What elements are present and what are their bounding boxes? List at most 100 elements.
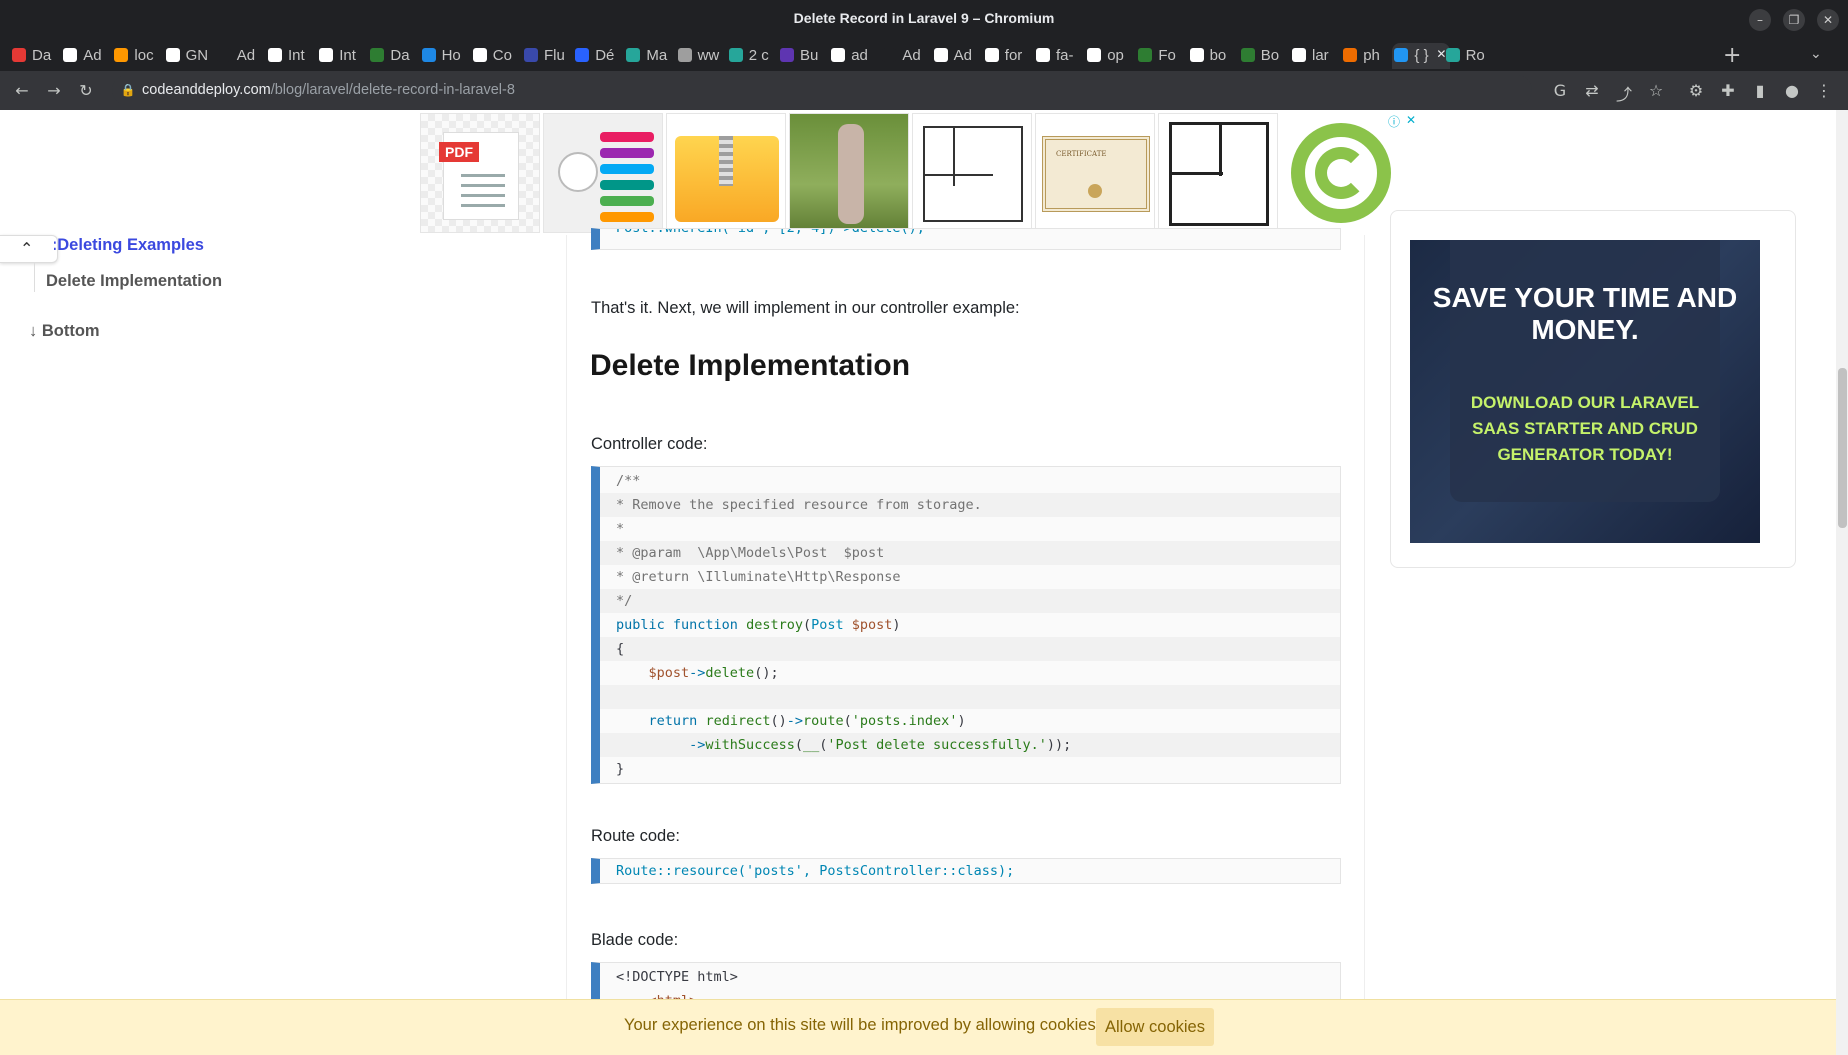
browser-tab[interactable]: Ma	[624, 43, 682, 69]
browser-tab[interactable]: ph	[1341, 43, 1399, 69]
code-line: }	[616, 761, 625, 777]
browser-tab[interactable]: fa-	[1034, 43, 1092, 69]
sidepanel-icon[interactable]: ▮	[1750, 81, 1770, 100]
scrollbar-thumb[interactable]	[1838, 368, 1847, 528]
tab-label: lar	[1312, 47, 1329, 64]
ad-info-icon[interactable]: ⓘ	[1388, 113, 1400, 130]
ad-thumb-spiral-logo[interactable]	[1281, 113, 1401, 233]
browser-tab[interactable]: Co	[471, 43, 529, 69]
chevron-up-icon: ⌃	[20, 239, 34, 258]
code-block-wherein: Post::whereIn('id', [2, 4])->delete();	[591, 228, 1341, 250]
ad-thumb-infographic[interactable]	[543, 113, 663, 233]
toc-link-deleting-examples[interactable]: Deleting Examples:	[54, 236, 204, 255]
tab-label: { }	[1414, 47, 1429, 64]
bookmark-star-icon[interactable]: ☆	[1646, 81, 1666, 100]
ad-thumb-certificate[interactable]: CERTIFICATE	[1035, 113, 1155, 233]
tab-label: Fo	[1158, 47, 1176, 64]
tab-label: fa-	[1056, 47, 1074, 64]
share-icon[interactable]: ⤴	[1614, 81, 1634, 105]
browser-tab[interactable]: Bu	[778, 43, 836, 69]
code-line: * @return \Illuminate\Http\Response	[616, 569, 901, 585]
allow-cookies-button[interactable]: Allow cookies	[1096, 1008, 1214, 1046]
tab-label: Ad	[902, 47, 921, 64]
browser-tab[interactable]: Flu	[522, 43, 580, 69]
browser-tab[interactable]: Da	[368, 43, 426, 69]
code-line: {	[600, 637, 1340, 661]
browser-tab[interactable]: lar	[1290, 43, 1348, 69]
tab-label: 2 c	[748, 47, 769, 64]
ad-thumb-photo[interactable]	[789, 113, 909, 233]
new-tab-button[interactable]: +	[1723, 43, 1741, 68]
browser-tab[interactable]: Da	[10, 43, 68, 69]
browser-tab[interactable]: ad	[829, 43, 887, 69]
close-window-button[interactable]: ✕	[1817, 9, 1839, 31]
code-line: /**	[616, 473, 641, 489]
ad-thumb-pdf[interactable]: PDF	[420, 113, 540, 233]
lock-icon: 🔒	[120, 83, 136, 97]
toc-divider	[34, 262, 35, 292]
code-line: * @param \App\Models\Post $post	[600, 541, 1340, 565]
browser-tab[interactable]: ww	[676, 43, 734, 69]
url-text[interactable]: codeanddeploy.com/blog/laravel/delete-re…	[142, 82, 515, 98]
toc-link-bottom[interactable]: ↓ Bottom	[29, 322, 100, 341]
tab-label: loc	[134, 47, 154, 64]
tab-favicon-icon	[1292, 48, 1306, 62]
page-scrollbar[interactable]	[1836, 110, 1848, 1055]
tab-favicon-icon	[1394, 48, 1409, 62]
browser-tab[interactable]: op	[1085, 43, 1143, 69]
toc-bottom-label: Bottom	[41, 322, 100, 340]
profile-icon[interactable]: ●	[1782, 81, 1802, 100]
forward-icon[interactable]: →	[44, 81, 64, 100]
ad-close-icon[interactable]: ✕	[1406, 113, 1416, 127]
minimize-button[interactable]: –	[1749, 9, 1771, 31]
browser-tab[interactable]: loc	[112, 43, 170, 69]
code-line	[600, 685, 1340, 709]
toc-link-delete-implementation[interactable]: Delete Implementation	[46, 272, 222, 291]
tab-favicon-icon	[1343, 48, 1358, 62]
blade-label: Blade code:	[591, 931, 679, 949]
google-icon[interactable]: G	[1550, 81, 1570, 100]
tab-favicon-icon	[780, 48, 794, 62]
column-divider-right	[1364, 235, 1365, 1055]
browser-tab[interactable]: Int	[317, 43, 375, 69]
translate-icon[interactable]: ⇄	[1582, 81, 1602, 100]
browser-tab[interactable]: Ad	[932, 43, 990, 69]
browser-tab[interactable]: Ad	[215, 43, 273, 69]
back-icon[interactable]: ←	[12, 81, 32, 100]
browser-tab[interactable]: Ro	[1444, 43, 1502, 69]
browser-tab[interactable]: Bo	[1239, 43, 1297, 69]
tab-label: ad	[851, 47, 868, 64]
cookie-consent-bar: Your experience on this site will be imp…	[0, 999, 1836, 1055]
browser-tab[interactable]: Ad	[61, 43, 119, 69]
browser-tab[interactable]: { } ✕	[1392, 43, 1451, 69]
maximize-button[interactable]: ❐	[1783, 9, 1805, 31]
ad-banner[interactable]: PDF CERTIFICATE ⓘ ✕	[420, 113, 1422, 235]
tab-search-icon[interactable]: ⌄	[1810, 46, 1822, 62]
sidebar-ad-image[interactable]: SAVE YOUR TIME AND MONEY. DOWNLOAD OUR L…	[1410, 240, 1760, 543]
tab-favicon-icon	[1138, 48, 1153, 62]
ad-thumb-zip-folder[interactable]	[666, 113, 786, 233]
tab-label: Int	[339, 47, 356, 64]
puzzle-icon[interactable]: ✚	[1718, 81, 1738, 100]
browser-tab[interactable]: GN	[164, 43, 222, 69]
browser-tab[interactable]: for	[983, 43, 1041, 69]
browser-tab[interactable]: Ad	[880, 43, 938, 69]
ad-thumb-floorplan[interactable]	[912, 113, 1032, 233]
browser-tab[interactable]: 2 c	[727, 43, 785, 69]
menu-icon[interactable]: ⋮	[1814, 81, 1834, 100]
tab-favicon-icon	[882, 48, 897, 62]
tab-favicon-icon	[1036, 48, 1050, 62]
tab-label: Flu	[544, 47, 565, 64]
route-label: Route code:	[591, 827, 680, 845]
browser-tab[interactable]: Int	[266, 43, 324, 69]
browser-tab[interactable]: Ho	[420, 43, 478, 69]
ad-thumb-floorplan-2[interactable]	[1158, 113, 1278, 233]
reload-icon[interactable]: ↻	[76, 81, 96, 100]
tab-label: Co	[492, 47, 512, 64]
collapse-toc-button[interactable]: ⌃	[0, 235, 58, 263]
browser-tab[interactable]: Dé	[573, 43, 631, 69]
tab-label: Da	[32, 47, 52, 64]
browser-tab[interactable]: Fo	[1136, 43, 1194, 69]
browser-tab[interactable]: bo	[1188, 43, 1246, 69]
extension-icon[interactable]: ⚙	[1686, 81, 1706, 100]
